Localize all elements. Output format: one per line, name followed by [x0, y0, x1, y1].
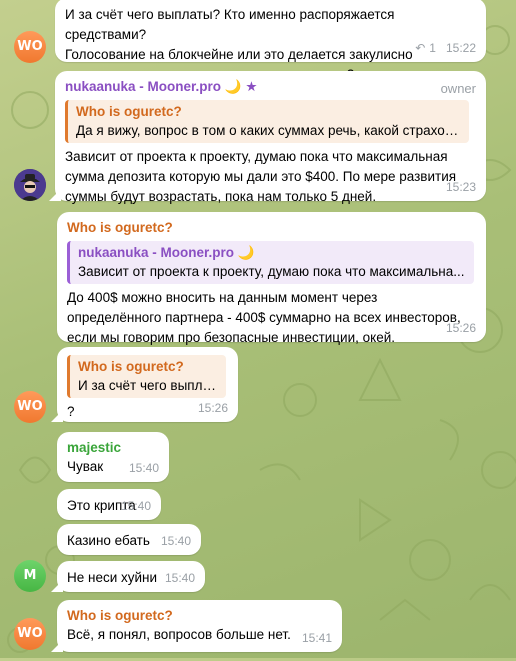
message-time: 15:41: [301, 631, 332, 645]
quote-sender: Who is oguretc?: [76, 104, 182, 119]
avatar[interactable]: WO: [14, 391, 46, 423]
avatar[interactable]: WO: [14, 618, 46, 650]
message-line: определённого партнера - 400$ суммарно н…: [67, 310, 461, 325]
sender-name[interactable]: Who is oguretc?: [67, 219, 476, 237]
sender-name[interactable]: nukaanuka - Mooner.pro 🌙 ★: [65, 78, 476, 96]
message-time: 15:22: [445, 41, 476, 55]
message-bubble[interactable]: majestic Чувак 15:40: [57, 432, 169, 482]
message-line: Зависит от проекта к проекту, думаю пока…: [65, 149, 448, 164]
avatar[interactable]: M: [14, 560, 46, 592]
message-bubble[interactable]: И за счёт чего выплаты? Кто именно распо…: [55, 0, 486, 82]
message-bubble[interactable]: Who is oguretc? Всё, я понял, вопросов б…: [57, 600, 342, 652]
message-line: суммы будут возрастать, пока нам только …: [65, 189, 377, 204]
reply-quote[interactable]: Who is oguretc? И за счёт чего выпла...: [67, 355, 226, 398]
message-time: 15:40: [160, 534, 191, 548]
user-avatar-icon: [14, 169, 46, 201]
avatar[interactable]: WO: [14, 31, 46, 63]
message-line: если мы говорим про безопасные инвестици…: [67, 330, 395, 345]
message-bubble[interactable]: nukaanuka - Mooner.pro 🌙 ★ owner Who is …: [55, 71, 486, 204]
message-line: До 400$ можно вносить на данным момент ч…: [67, 290, 378, 305]
quote-sender: Who is oguretc?: [78, 359, 184, 374]
reply-count[interactable]: 1: [429, 41, 436, 55]
quote-text: Зависит от проекта к проекту, думаю пока…: [78, 264, 465, 279]
sender-name[interactable]: Who is oguretc?: [67, 607, 332, 625]
message-text: До 400$ можно вносить на данным момент ч…: [67, 288, 476, 348]
reply-arrow-icon[interactable]: ↶: [415, 41, 425, 55]
message-time: 15:26: [445, 321, 476, 335]
message-line: И за счёт чего выплаты? Кто именно распо…: [65, 7, 395, 42]
message-text: Зависит от проекта к проекту, думаю пока…: [65, 147, 476, 207]
quote-sender: nukaanuka - Mooner.pro 🌙: [78, 245, 255, 260]
quote-text: Да я вижу, вопрос в том о каких суммах р…: [76, 123, 461, 138]
message-meta: ↶ 1 15:22: [415, 38, 476, 58]
message-bubble[interactable]: Казино ебать 15:40: [57, 524, 201, 555]
message-line: сумма депозита которую мы дали это $400.…: [65, 169, 457, 184]
quote-text: И за счёт чего выпла...: [78, 378, 218, 393]
message-time: 15:23: [445, 180, 476, 194]
message-time: 15:26: [197, 401, 228, 415]
message-time: 15:40: [164, 571, 195, 585]
message-time: 15:40: [128, 461, 159, 475]
message-line: Голосование на блокчейне или это делаетс…: [65, 47, 413, 62]
message-time: 15:40: [120, 499, 151, 513]
message-bubble[interactable]: Это крипта 15:40: [57, 489, 161, 520]
message-text: Всё, я понял, вопросов больше нет.: [67, 627, 291, 642]
sender-name[interactable]: majestic: [67, 439, 159, 457]
avatar[interactable]: [14, 169, 46, 201]
message-bubble[interactable]: Who is oguretc? И за счёт чего выпла... …: [57, 347, 238, 422]
message-bubble[interactable]: Who is oguretc? nukaanuka - Mooner.pro 🌙…: [57, 212, 486, 345]
owner-badge: owner: [440, 81, 476, 96]
message-bubble[interactable]: Не неси хуйни 15:40: [57, 561, 205, 592]
reply-quote[interactable]: nukaanuka - Mooner.pro 🌙 Зависит от прое…: [67, 241, 474, 284]
reply-quote[interactable]: Who is oguretc? Да я вижу, вопрос в том …: [65, 100, 469, 143]
